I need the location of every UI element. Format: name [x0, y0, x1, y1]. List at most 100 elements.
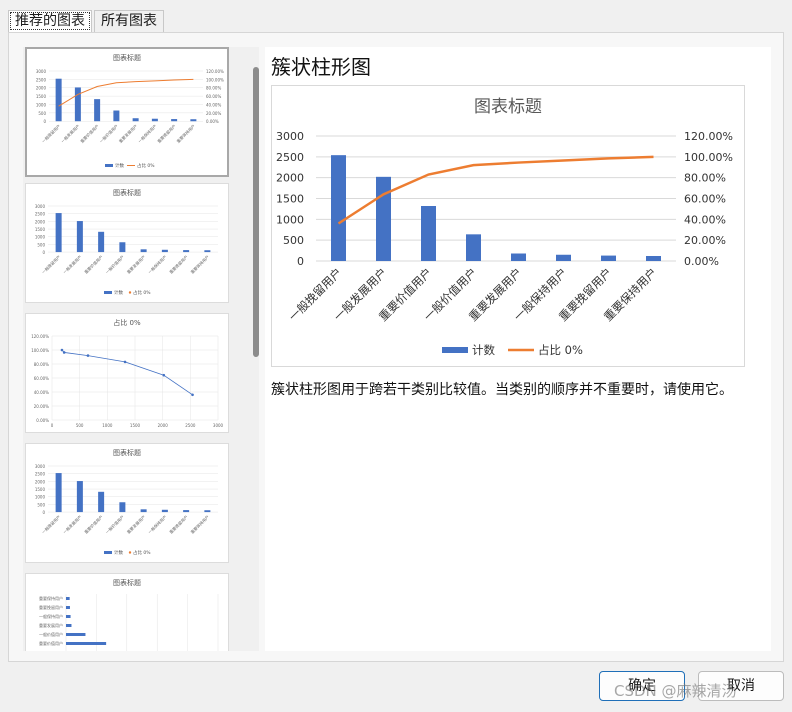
tab-strip: 推荐的图表 所有图表: [8, 10, 166, 32]
bar: [66, 624, 72, 627]
x-tick-label: 一般价值用户: [104, 514, 125, 535]
x-tick-label: 2500: [185, 423, 196, 428]
y-tick-label-left: 500: [283, 234, 304, 247]
legend-swatch-bar: [104, 551, 112, 554]
y-tick-label: 100.00%: [31, 348, 49, 353]
thumbnail-title: 图表标题: [113, 579, 141, 587]
y-tick-label-right: 40.00%: [206, 102, 221, 107]
scatter-point: [162, 373, 166, 377]
bar: [204, 250, 211, 253]
x-tick-label: 一般挽留用户: [40, 123, 61, 144]
y-tick-label: 1000: [35, 495, 46, 500]
y-tick-label: 120.00%: [31, 334, 49, 339]
y-tick-label: 2500: [35, 472, 46, 477]
y-tick-label: 0: [42, 510, 45, 515]
bar: [74, 87, 81, 122]
bar: [113, 110, 120, 122]
bar: [76, 481, 83, 513]
x-tick-label: 一般挽留用户: [40, 254, 61, 275]
chart-thumbnail-2[interactable]: 图表标题 0 500 1000 1500 2000 2500 3000 一般挽留用户 一般发展用…: [25, 183, 229, 303]
y-tick-label: 3000: [35, 204, 46, 209]
y-tick-label-right: 40.00%: [684, 213, 726, 226]
legend-label: 占比 0%: [133, 289, 151, 296]
chart-description: 簇状柱形图用于跨若干类别比较值。当类别的顺序并不重要时，请使用它。: [271, 382, 733, 398]
x-tick-label: 一般挽留用户: [40, 514, 61, 535]
bar: [98, 231, 105, 253]
chart-title: 图表标题: [474, 97, 542, 117]
legend-label: 计数: [115, 162, 124, 169]
chart-thumbnail-4[interactable]: 图表标题 0 500 1000 1500 2000 2500 3000 一般挽留用户 一般发展用…: [25, 443, 229, 563]
bar: [55, 473, 62, 513]
y-tick-label-right: 20.00%: [684, 234, 726, 247]
legend-swatch-dot: [128, 551, 132, 554]
x-tick-label: 重要价值用户: [83, 254, 104, 275]
thumbnail-chart: 0 0.00% 500 20.00% 1000 40.00% 1500 60.00% 2000 8…: [36, 69, 224, 169]
chart-thumbnail-5[interactable]: 图表标题 重要保持用户 重要挽留用户 一般保持用户 重要发展用户 一般价值用户 重要价值用…: [25, 573, 229, 651]
legend-swatch-dot: [128, 291, 132, 294]
bar: [76, 221, 83, 253]
x-tick-label: 一般发展用户: [59, 123, 80, 144]
chart-thumbnail-3[interactable]: 占比 0% 0.00% 20.00% 40.00% 60.00% 80.00% 100.0…: [25, 313, 229, 433]
y-tick-label: 2000: [36, 86, 47, 91]
thumbnail-title: 图表标题: [113, 54, 141, 62]
cancel-button[interactable]: 取消: [698, 671, 784, 701]
scatter-point: [62, 351, 66, 354]
thumbnail-chart: 0.00% 20.00% 40.00% 60.00% 80.00% 100.00% 120.…: [31, 334, 223, 428]
y-tick-label: 80.00%: [34, 362, 49, 367]
bar: [94, 99, 101, 122]
y-tick-label: 500: [38, 111, 46, 116]
y-tick-label: 1000: [36, 102, 47, 107]
y-tick-label: 重要挽留用户: [39, 604, 63, 610]
y-tick-label-right: 0.00%: [206, 119, 219, 124]
y-tick-label: 2000: [35, 479, 46, 484]
scatter-point: [86, 354, 90, 357]
y-tick-label-left: 2500: [276, 151, 304, 164]
thumbnail-scrollbar[interactable]: [253, 67, 259, 357]
y-tick-label: 2000: [35, 219, 46, 224]
ok-button[interactable]: 确定: [599, 671, 685, 701]
bar: [66, 633, 86, 636]
tab-all-charts[interactable]: 所有图表: [94, 10, 164, 32]
bar: [140, 509, 147, 513]
x-tick-label: 一般保持用户: [146, 254, 167, 275]
x-tick-label: 重要发展用户: [125, 254, 146, 275]
x-tick-label: 重要保持用户: [189, 254, 210, 275]
legend-label: 计数: [472, 343, 495, 357]
scatter-point: [123, 360, 127, 364]
bar: [601, 255, 616, 261]
thumbnail-title: 占比 0%: [113, 319, 141, 327]
thumbnail-title: 图表标题: [113, 189, 141, 197]
y-tick-label: 2500: [36, 77, 47, 82]
bar: [183, 510, 190, 513]
x-tick-label: 重要挽留用户: [168, 514, 189, 535]
bar: [556, 254, 571, 261]
x-tick-label: 重要保持用户: [189, 514, 210, 535]
bar: [421, 206, 436, 261]
y-tick-label: 一般保持用户: [39, 613, 63, 619]
y-tick-label: 500: [37, 242, 45, 247]
chart-thumbnail-list: 图表标题 0 0.00% 500 20.00% 1000 40.00% 1500 60.00%…: [23, 47, 259, 651]
bar: [171, 119, 178, 122]
bar: [331, 155, 346, 261]
y-tick-label-left: 0: [297, 255, 304, 268]
x-tick-label: 重要发展用户: [125, 514, 146, 535]
y-tick-label: 3000: [35, 464, 46, 469]
x-tick-label: 重要保持用户: [175, 123, 196, 144]
chart-thumbnail-1[interactable]: 图表标题 0 0.00% 500 20.00% 1000 40.00% 1500 60.00%…: [25, 47, 229, 177]
y-tick-label: 0: [43, 119, 46, 124]
x-tick-label: 重要发展用户: [117, 123, 138, 144]
y-tick-label-right: 100.00%: [206, 77, 224, 82]
x-tick-label: 重要挽留用户: [156, 123, 177, 144]
legend-swatch-bar: [105, 164, 113, 167]
x-tick-label: 0: [51, 423, 54, 428]
legend-label: 占比 0%: [538, 343, 583, 357]
bar: [66, 642, 107, 645]
thumbnail-chart: 重要保持用户重要挽留用户一般保持用户重要发展用户一般价值用户重要价值用户: [39, 594, 219, 651]
y-tick-label: 500: [37, 502, 45, 507]
bar: [161, 509, 168, 513]
tab-recommended-charts[interactable]: 推荐的图表: [8, 10, 92, 32]
x-tick-label: 500: [76, 423, 84, 428]
bar: [511, 253, 526, 261]
x-tick-label: 一般发展用户: [61, 254, 82, 275]
legend-label: 占比 0%: [133, 549, 151, 556]
